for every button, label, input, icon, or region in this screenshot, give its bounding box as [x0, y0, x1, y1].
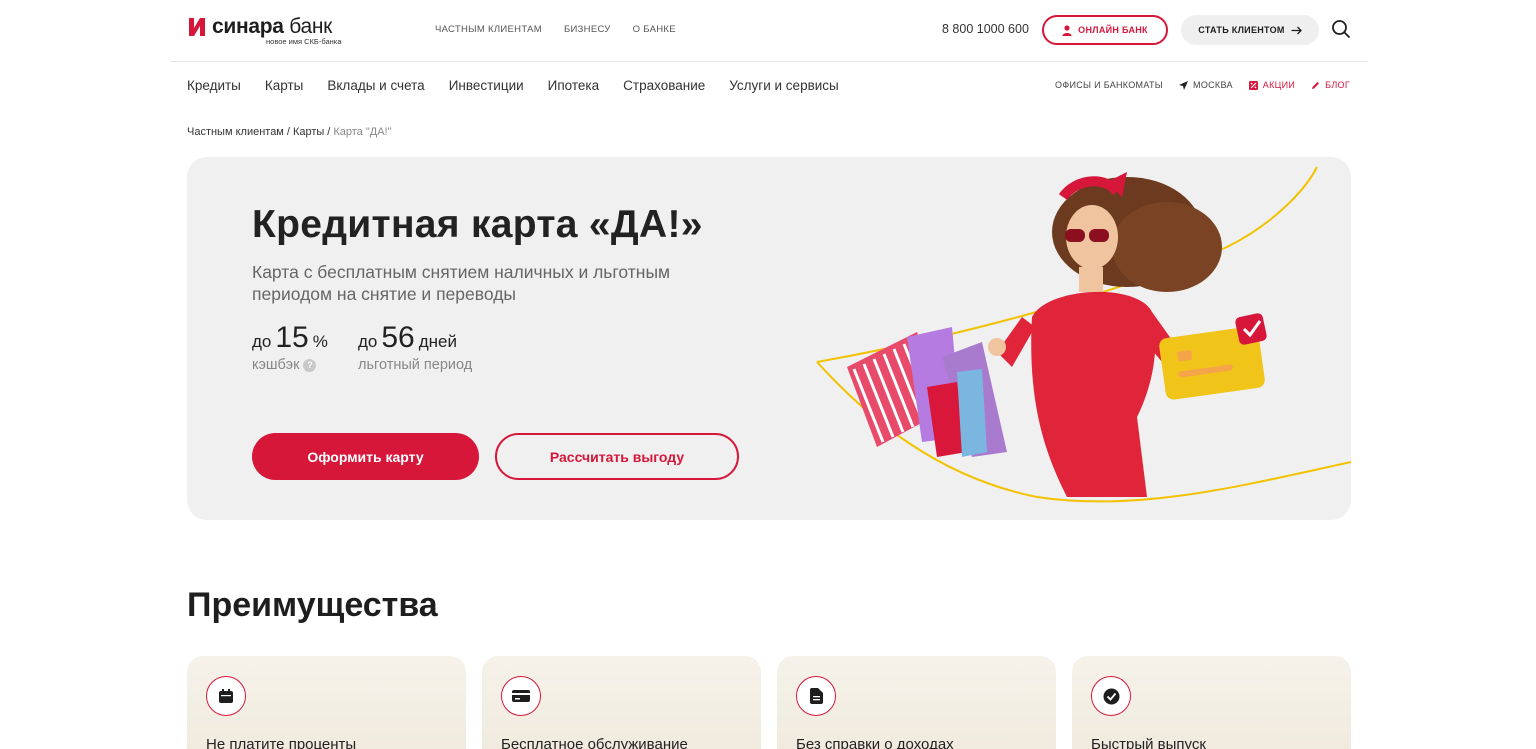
advantage-card: Не платите проценты — [187, 656, 466, 749]
become-client-button[interactable]: СТАТЬ КЛИЕНТОМ — [1181, 15, 1319, 45]
nav-credits[interactable]: Кредиты — [187, 78, 241, 93]
top-header: синара банк новое имя СКБ-банка ЧАСТНЫМ … — [171, 0, 1368, 62]
city-selector[interactable]: МОСКВА — [1179, 80, 1233, 90]
apply-card-button[interactable]: Оформить карту — [252, 433, 479, 480]
advantage-text: Бесплатное обслуживание — [501, 736, 688, 749]
hero-illustration — [816, 166, 1351, 503]
promo-icon — [1248, 80, 1258, 90]
document-icon — [809, 688, 823, 704]
advantage-text: Быстрый выпуск — [1091, 736, 1206, 749]
nav-investments[interactable]: Инвестиции — [449, 78, 524, 93]
nav-deposits[interactable]: Вклады и счета — [327, 78, 424, 93]
main-nav: Кредиты Карты Вклады и счета Инвестиции … — [187, 78, 839, 93]
search-icon[interactable] — [1331, 19, 1351, 39]
breadcrumb-current: Карта "ДА!" — [333, 126, 392, 138]
calculate-benefit-button[interactable]: Рассчитать выгоду — [495, 433, 739, 480]
logo-name: синара банк — [212, 15, 333, 38]
breadcrumb-private[interactable]: Частным клиентам — [187, 126, 284, 138]
top-nav: ЧАСТНЫМ КЛИЕНТАМ БИЗНЕСУ О БАНКЕ — [435, 24, 676, 35]
logo-mark-icon — [189, 18, 205, 36]
blog-link[interactable]: БЛОГ — [1311, 80, 1350, 90]
sub-nav: ОФИСЫ И БАНКОМАТЫ МОСКВА АКЦИИ БЛОГ — [1055, 80, 1350, 90]
hero-banner: Кредитная карта «ДА!» Карта с бесплатным… — [187, 157, 1351, 520]
topnav-private[interactable]: ЧАСТНЫМ КЛИЕНТАМ — [435, 24, 542, 35]
credit-card-graphic — [1159, 313, 1267, 400]
help-icon[interactable]: ? — [303, 358, 317, 372]
topnav-business[interactable]: БИЗНЕСУ — [564, 24, 611, 35]
advantage-text: Не платите проценты — [206, 736, 357, 749]
shopping-bags — [847, 327, 1007, 457]
nav-services[interactable]: Услуги и сервисы — [729, 78, 839, 93]
breadcrumb-cards[interactable]: Карты — [293, 126, 324, 138]
nav-insurance[interactable]: Страхование — [623, 78, 705, 93]
advantage-card: Без справки о доходах — [777, 656, 1056, 749]
hero-lead: Карта с бесплатным снятием наличных и ль… — [252, 262, 671, 304]
logo-subtitle: новое имя СКБ-банка — [266, 37, 342, 46]
phone-number[interactable]: 8 800 1000 600 — [942, 22, 1029, 36]
promo-link[interactable]: АКЦИИ — [1248, 80, 1295, 90]
online-bank-label: ОНЛАЙН БАНК — [1078, 25, 1148, 35]
advantage-text: Без справки о доходах — [796, 736, 954, 749]
topnav-about[interactable]: О БАНКЕ — [633, 24, 676, 35]
nav-cards[interactable]: Карты — [265, 78, 303, 93]
woman-figure — [988, 172, 1222, 497]
advantages-list: Не платите проценты Бесплатное обслужива… — [187, 656, 1351, 749]
hero-title: Кредитная карта «ДА!» — [252, 203, 703, 246]
location-arrow-icon — [1179, 80, 1189, 90]
arrow-right-icon — [1291, 26, 1302, 34]
calendar-icon — [219, 689, 233, 703]
bank-logo[interactable]: синара банк новое имя СКБ-банка — [187, 16, 357, 48]
stat-grace-period: до 56 дней льготный период — [358, 321, 473, 373]
advantages-title: Преимущества — [187, 586, 438, 624]
online-bank-button[interactable]: ОНЛАЙН БАНК — [1042, 15, 1168, 45]
stat-cashback: до 15 % кэшбэк ? — [252, 321, 328, 373]
user-icon — [1062, 24, 1072, 36]
advantage-card: Бесплатное обслуживание — [482, 656, 761, 749]
become-client-label: СТАТЬ КЛИЕНТОМ — [1198, 25, 1285, 35]
pencil-icon — [1312, 81, 1320, 89]
breadcrumb: Частным клиентам / Карты / Карта "ДА!" — [187, 126, 392, 138]
advantage-card: Быстрый выпуск — [1072, 656, 1351, 749]
check-icon — [1103, 688, 1119, 704]
offices-link[interactable]: ОФИСЫ И БАНКОМАТЫ — [1055, 80, 1163, 90]
nav-mortgage[interactable]: Ипотека — [548, 78, 599, 93]
card-icon — [512, 690, 530, 702]
